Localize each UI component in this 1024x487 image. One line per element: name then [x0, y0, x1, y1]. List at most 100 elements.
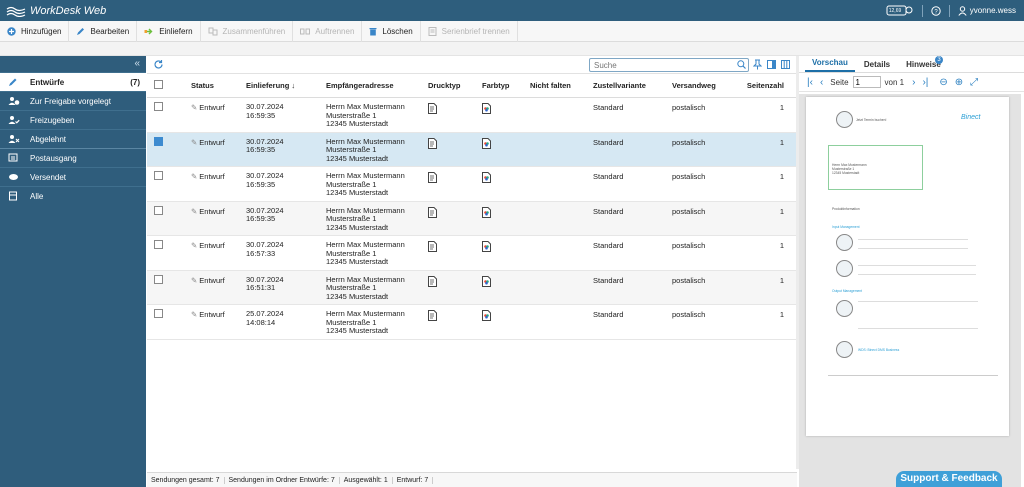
color-print-icon — [482, 241, 491, 254]
column-header-delivery[interactable]: Einlieferung ↓ — [246, 81, 326, 90]
document-viewer[interactable]: Jetzt Termin buchen! Binect Herrn Max Mu… — [799, 94, 1021, 487]
add-button[interactable]: Hinzufügen — [0, 20, 70, 42]
table-row[interactable]: ✎ Entwurf 30.07.2024 16:59:35 Herrn Max Must… — [147, 201, 796, 236]
select-all-checkbox[interactable] — [147, 80, 191, 91]
table-row[interactable]: ✎ Entwurf 30.07.2024 16:57:33 Herrn Max Must… — [147, 236, 796, 271]
page-label: Seite — [830, 77, 849, 87]
search-icon[interactable] — [737, 60, 746, 71]
tab-preview[interactable]: Vorschau — [805, 58, 855, 72]
collapse-sidebar-icon[interactable]: « — [0, 56, 146, 72]
shipping-method-cell: postalisch — [672, 310, 706, 319]
sidebar-item-drafts[interactable]: Entwürfe (7) — [0, 72, 146, 91]
status-cell: ✎ Entwurf — [191, 275, 225, 285]
delivery-variant-cell: Standard — [593, 172, 624, 181]
row-checkbox[interactable] — [147, 98, 191, 132]
column-header-recipient[interactable]: Empfängeradresse — [326, 81, 428, 90]
delivery-variant-cell: Standard — [593, 103, 624, 112]
edit-draft-icon — [8, 77, 22, 87]
sidebar-item-outbox[interactable]: Postausgang — [0, 148, 146, 167]
user-menu[interactable]: yvonne.wess — [958, 5, 1016, 16]
row-checkbox[interactable] — [147, 133, 191, 167]
color-type-cell — [482, 167, 530, 201]
row-checkbox[interactable] — [147, 236, 191, 270]
sidebar-item-rejected[interactable]: Abgelehnt — [0, 129, 146, 148]
tab-details[interactable]: Details — [857, 60, 897, 72]
shipping-method-cell: postalisch — [672, 206, 706, 216]
support-feedback-button[interactable]: Support & Feedback — [896, 471, 1002, 487]
status-selected: Ausgewählt: 1 — [340, 476, 393, 484]
next-page-icon[interactable]: › — [912, 77, 915, 88]
doc-header-text: Jetzt Termin buchen! — [856, 118, 887, 122]
column-header-color-type[interactable]: Farbtyp — [482, 81, 530, 90]
print-type-cell — [428, 271, 482, 305]
column-header-print-type[interactable]: Drucktyp — [428, 81, 482, 90]
delivery-variant-cell: Standard — [593, 137, 624, 147]
refresh-icon[interactable] — [153, 59, 164, 72]
delivery-date-cell: 30.07.2024 16:59:35 — [246, 102, 284, 120]
zoom-in-icon[interactable]: ⊕ — [955, 77, 963, 88]
sidebar-item-sent[interactable]: Versendet — [0, 167, 146, 186]
sidebar-item-all[interactable]: Alle — [0, 186, 146, 205]
draft-status-icon: ✎ — [191, 241, 198, 250]
row-checkbox[interactable] — [147, 202, 191, 236]
divider — [921, 4, 923, 17]
search-input[interactable] — [589, 58, 749, 72]
page-number-input[interactable] — [852, 76, 881, 88]
status-cell: ✎ Entwurf — [191, 103, 225, 112]
delivery-variant-cell: Standard — [593, 206, 624, 216]
user-icon — [958, 5, 967, 16]
column-header-status[interactable]: Status — [191, 81, 246, 90]
page-count-cell: 1 — [779, 275, 784, 285]
print-type-cell — [428, 167, 482, 201]
delivery-date-cell: 30.07.2024 16:59:35 — [246, 205, 284, 223]
simplex-print-icon — [428, 206, 437, 220]
prev-page-icon[interactable]: ‹ — [820, 77, 823, 88]
counter-icon[interactable]: 12,69 — [886, 5, 914, 17]
pin-icon[interactable] — [752, 59, 763, 72]
split-button[interactable]: Auftrennen — [293, 20, 363, 42]
shipping-method-cell: postalisch — [672, 241, 706, 250]
edit-button[interactable]: Bearbeiten — [69, 20, 138, 42]
delivery-variant-cell: Standard — [593, 310, 624, 319]
no-fold-cell — [530, 271, 593, 305]
row-checkbox[interactable] — [147, 167, 191, 201]
sidebar-item-submitted-for-approval[interactable]: Zur Freigabe vorgelegt — [0, 91, 146, 110]
page-navigation: |‹ ‹ Seite von 1 › ›| ⊖ ⊕ ⤢ — [799, 73, 1024, 92]
sidebar-item-to-approve[interactable]: Freizugeben — [0, 110, 146, 129]
merge-icon — [208, 27, 218, 36]
print-type-cell — [428, 202, 482, 236]
merge-button[interactable]: Zusammenführen — [201, 20, 294, 42]
table-row[interactable]: ✎ Entwurf 30.07.2024 16:59:35 Herrn Max Must… — [147, 167, 796, 202]
draft-status-icon: ✎ — [191, 275, 198, 285]
doc-subject: Produktinformation — [832, 207, 860, 211]
column-header-delivery-variant[interactable]: Zustellvariante — [593, 81, 672, 90]
list-toolbar — [147, 56, 796, 74]
row-checkbox[interactable] — [147, 305, 191, 339]
delete-button[interactable]: Löschen — [362, 20, 421, 42]
table-row[interactable]: ✎ Entwurf 30.07.2024 16:51:31 Herrn Max Must… — [147, 270, 796, 305]
status-bar: Sendungen gesamt: 7 Sendungen im Ordner … — [147, 472, 797, 487]
column-header-no-fold[interactable]: Nicht falten — [530, 81, 593, 90]
zoom-out-icon[interactable]: ⊖ — [939, 77, 947, 88]
status-cell: ✎ Entwurf — [191, 206, 225, 216]
doc-graphic-1 — [836, 234, 853, 251]
layout-icon[interactable] — [767, 60, 776, 71]
row-checkbox[interactable] — [147, 271, 191, 305]
status-folder: Sendungen im Ordner Entwürfe: 7 — [225, 476, 340, 484]
fit-width-icon[interactable]: ⤢ — [970, 77, 978, 88]
column-header-shipping-method[interactable]: Versandweg — [672, 81, 744, 90]
doc-header-graphic — [836, 111, 853, 128]
split-serial-letter-button[interactable]: Serienbrief trennen — [421, 20, 518, 42]
users-approve-icon — [8, 115, 22, 125]
last-page-icon[interactable]: ›| — [922, 77, 928, 88]
doc-footer — [828, 375, 998, 389]
deliver-button[interactable]: Einliefern — [137, 20, 201, 42]
table-row[interactable]: ✎ Entwurf 30.07.2024 16:59:35 Herrn Max Must… — [147, 132, 796, 167]
help-icon[interactable]: ? — [931, 5, 941, 16]
first-page-icon[interactable]: |‹ — [807, 77, 813, 88]
table-row[interactable]: ✎ Entwurf 30.07.2024 16:59:35 Herrn Max Must… — [147, 98, 796, 133]
column-header-page-count[interactable]: Seitenzahl — [744, 81, 792, 90]
table-row[interactable]: ✎ Entwurf 25.07.2024 14:08:14 Herrn Max Must… — [147, 305, 796, 340]
columns-icon[interactable] — [781, 60, 790, 71]
draft-status-icon: ✎ — [191, 206, 198, 216]
